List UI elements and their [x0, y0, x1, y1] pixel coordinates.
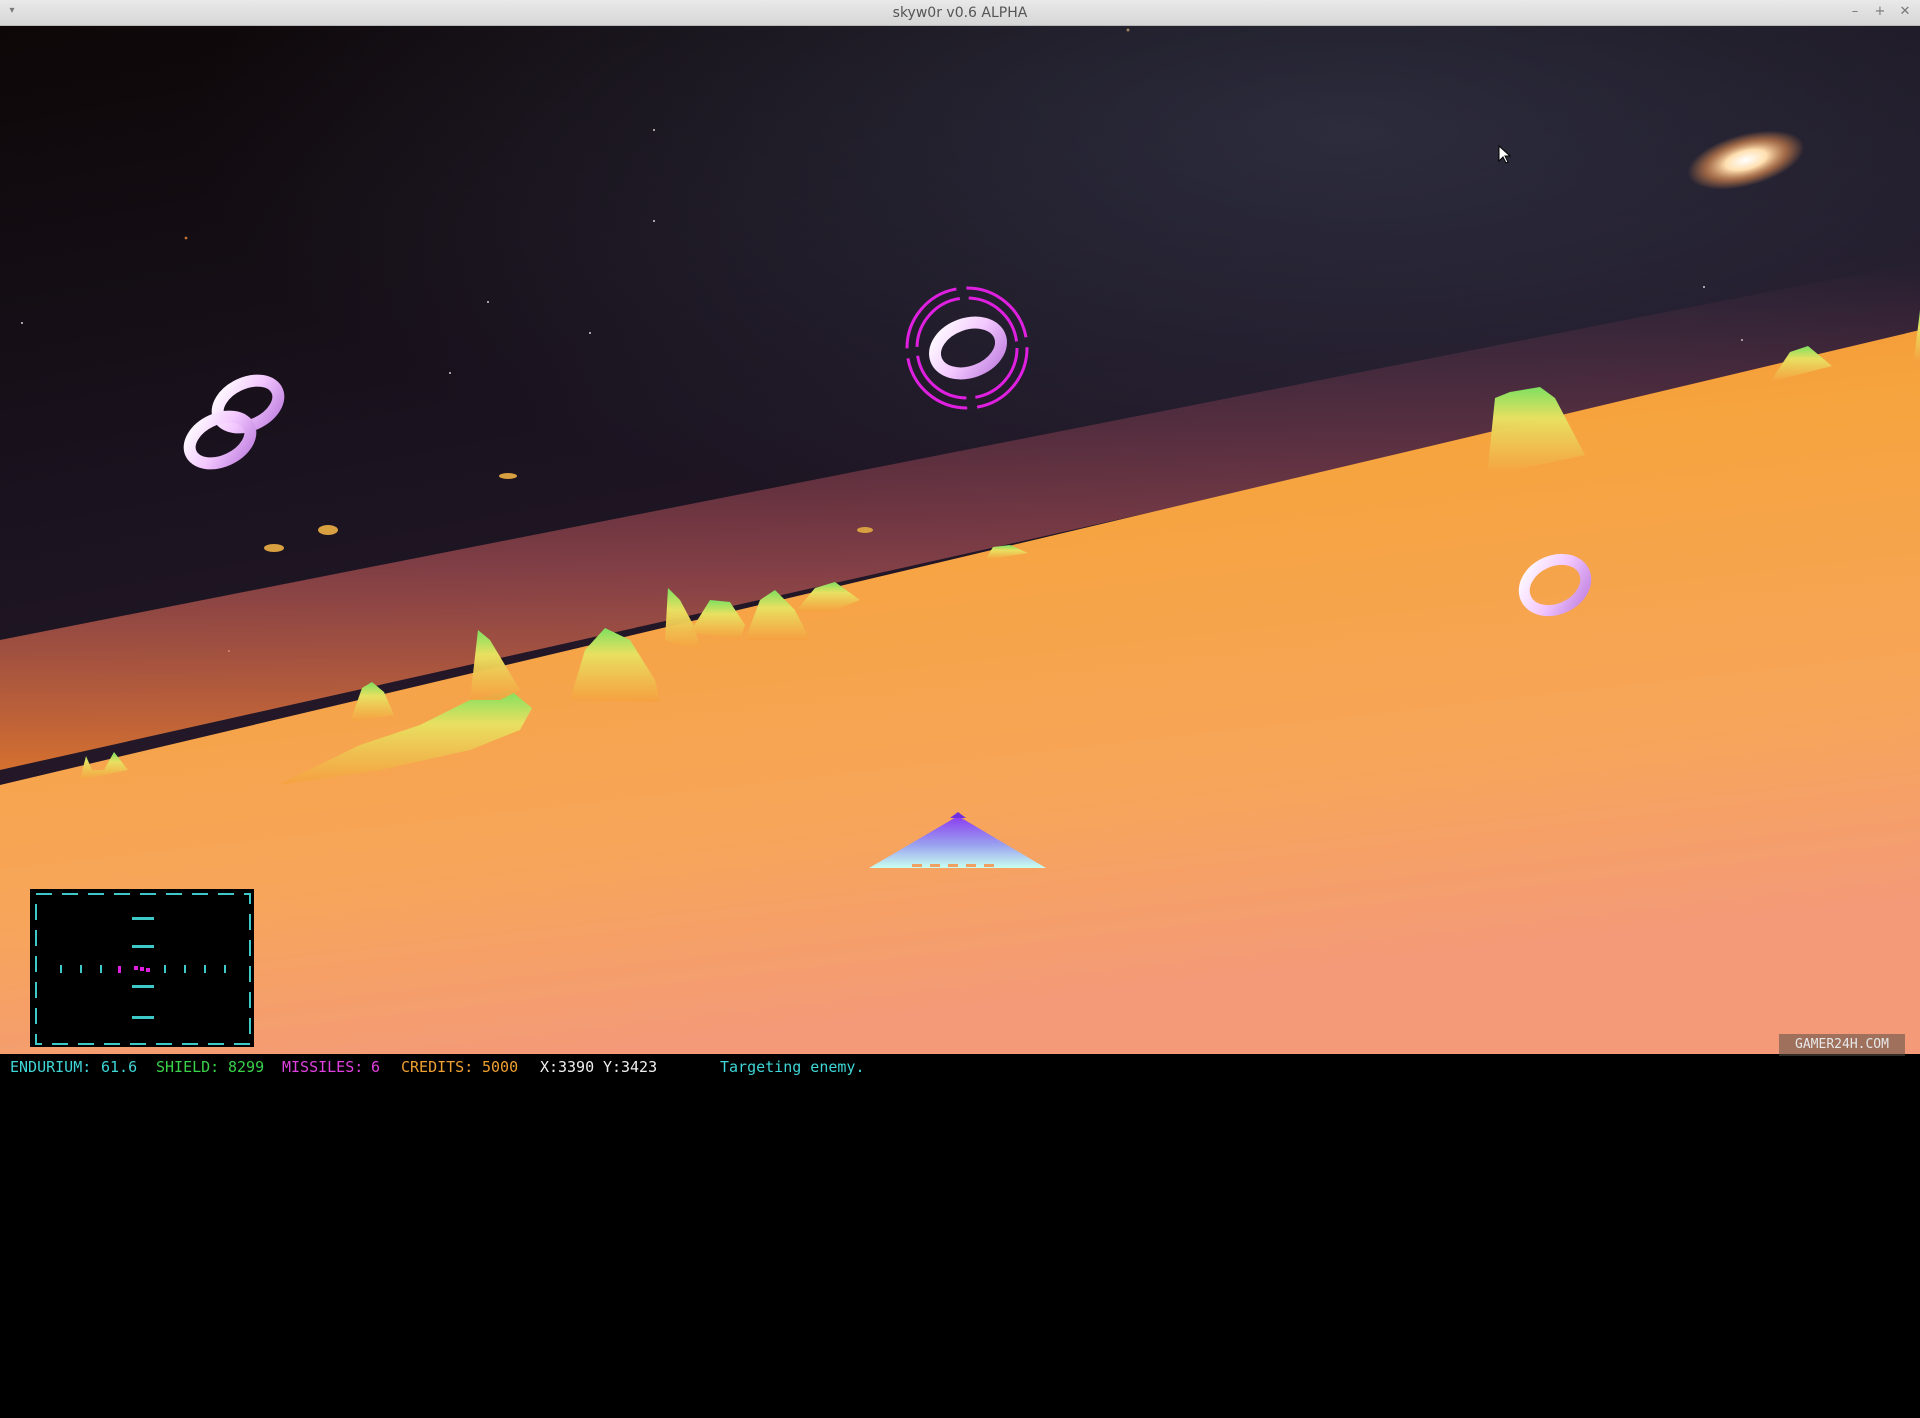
mouse-cursor-icon	[1498, 145, 1512, 164]
hud-status-bar: ENDURIUM: 61.6 SHIELD: 8299 MISSILES: 6 …	[0, 1054, 1920, 1080]
x-coordinate-label: X:	[540, 1058, 559, 1076]
status-message: Targeting enemy.	[720, 1058, 865, 1076]
y-coordinate-value: 3423	[621, 1058, 658, 1076]
credits-value: 5000	[482, 1058, 519, 1076]
missiles-label: MISSILES:	[282, 1058, 364, 1076]
shield-value: 8299	[228, 1058, 265, 1076]
maximize-button[interactable]: +	[1871, 4, 1889, 20]
credits-label: CREDITS:	[401, 1058, 474, 1076]
shield-label: SHIELD:	[156, 1058, 220, 1076]
window-title: skyw0r v0.6 ALPHA	[892, 5, 1028, 21]
x-coordinate-value: 3390	[558, 1058, 595, 1076]
y-coordinate-label: Y:	[603, 1058, 622, 1076]
missiles-value: 6	[371, 1058, 381, 1076]
radar-display	[30, 889, 254, 1047]
watermark: GAMER24H.COM	[1779, 1034, 1905, 1056]
close-button[interactable]: ✕	[1896, 4, 1914, 20]
endurium-value: 61.6	[101, 1058, 138, 1076]
endurium-label: ENDURIUM:	[10, 1058, 92, 1076]
game-scene[interactable]	[0, 26, 1920, 1054]
minimize-button[interactable]: –	[1846, 4, 1864, 20]
window-title-bar[interactable]: ▾ skyw0r v0.6 ALPHA – + ✕	[0, 0, 1920, 26]
game-viewport[interactable]	[0, 26, 1920, 1054]
